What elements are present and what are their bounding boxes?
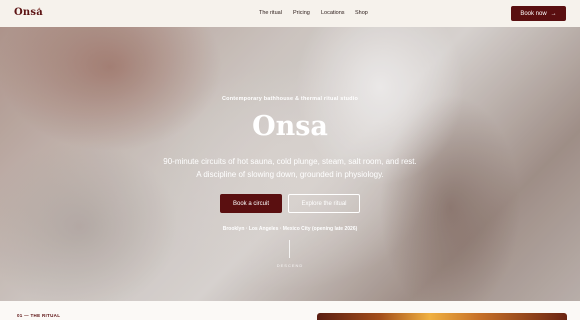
scroll-indicator-line	[289, 240, 290, 258]
book-now-button[interactable]: Book now →	[511, 6, 566, 21]
nav-link-the-ritual[interactable]: The ritual	[259, 10, 282, 16]
book-now-label: Book now	[520, 10, 547, 17]
hero-eyebrow: Contemporary bathhouse & thermal ritual …	[221, 96, 359, 102]
section-eyebrow: 01 — THE RITUAL	[17, 313, 61, 318]
locations-list: Brooklyn · Los Angeles · Mexico City (op…	[222, 226, 358, 232]
hero-title: Onsa	[252, 111, 328, 142]
explore-the-ritual-button[interactable]: Explore the ritual	[288, 194, 360, 213]
ritual-image	[317, 313, 567, 320]
scroll-indicator-label[interactable]: DESCEND	[0, 263, 580, 268]
hero-section: Contemporary bathhouse & thermal ritual …	[0, 27, 580, 301]
book-a-circuit-button[interactable]: Book a circuit	[220, 194, 282, 213]
nav-link-shop[interactable]: Shop	[355, 10, 368, 16]
nav-link-pricing[interactable]: Pricing	[293, 10, 310, 16]
arrow-right-icon: →	[550, 10, 557, 17]
hero-subtitle: 90-minute circuits of hot sauna, cold pl…	[163, 157, 417, 179]
logo-mark-icon: *	[38, 8, 41, 14]
ritual-section: 01 — THE RITUAL	[0, 301, 580, 320]
top-nav: Onsa * The ritual Pricing Locations Shop…	[0, 0, 580, 27]
nav-link-locations[interactable]: Locations	[321, 10, 345, 16]
